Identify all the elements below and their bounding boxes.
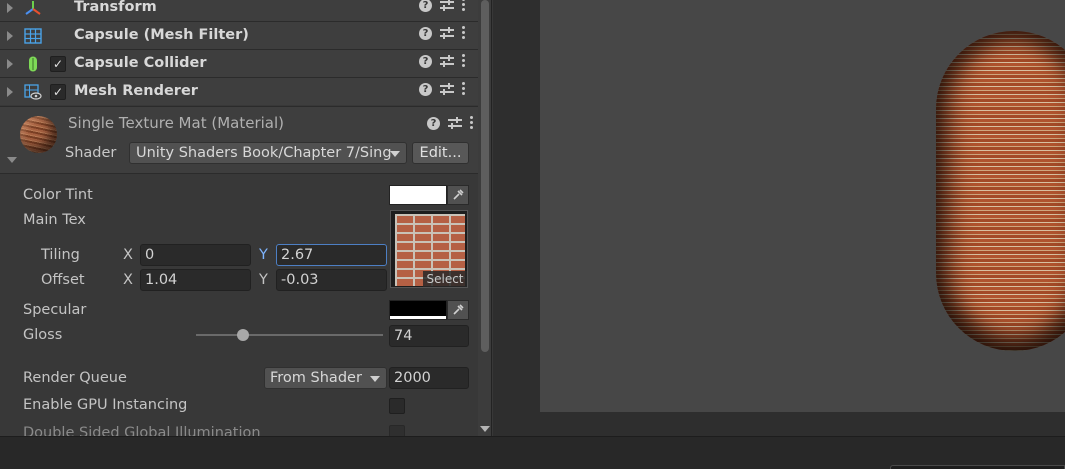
presets-icon[interactable] <box>440 82 454 96</box>
enabled-checkbox[interactable]: ✓ <box>50 84 66 100</box>
offset-y-field[interactable]: -0.03 <box>276 269 387 291</box>
offset-y-axis-label: Y <box>259 272 268 288</box>
offset-label: Offset <box>41 272 85 288</box>
tiling-y-field[interactable]: 2.67 <box>276 244 387 266</box>
gpu-instancing-checkbox[interactable] <box>389 398 405 414</box>
transform-axes-icon <box>25 1 41 15</box>
gloss-slider-thumb[interactable] <box>236 329 249 341</box>
gloss-label: Gloss <box>23 327 63 343</box>
presets-icon[interactable] <box>440 26 454 40</box>
offset-x-axis-label: X <box>123 272 133 288</box>
context-menu-icon[interactable] <box>462 26 466 40</box>
context-menu-icon[interactable] <box>462 54 466 68</box>
component-header-capsule-collider[interactable]: ✓ Capsule Collider ? <box>0 49 478 77</box>
render-queue-dropdown[interactable]: From Shader <box>264 367 387 389</box>
mesh-renderer-icon <box>24 84 42 100</box>
bottom-panel-bar <box>0 436 1065 469</box>
help-icon[interactable]: ? <box>427 116 440 130</box>
component-header-transform[interactable]: Transform ? <box>0 0 478 21</box>
texture-select-button[interactable]: Select <box>423 271 467 287</box>
component-header-mesh-filter[interactable]: Capsule (Mesh Filter) ? <box>0 21 478 49</box>
eyedropper-icon[interactable] <box>447 300 469 320</box>
expand-arrow-icon[interactable] <box>7 87 13 97</box>
expand-arrow-icon[interactable] <box>7 59 13 69</box>
scroll-down-arrow-icon[interactable] <box>480 426 490 432</box>
expand-arrow-icon[interactable] <box>7 3 13 13</box>
expand-arrow-icon[interactable] <box>7 31 13 41</box>
collapse-arrow-icon[interactable] <box>7 157 17 163</box>
enabled-checkbox[interactable]: ✓ <box>50 56 66 72</box>
mesh-filter-grid-icon <box>24 28 42 44</box>
offset-x-field[interactable]: 1.04 <box>140 269 251 291</box>
context-menu-icon[interactable] <box>470 116 474 130</box>
alpha-bar <box>390 316 446 319</box>
gloss-slider-track[interactable] <box>196 334 383 336</box>
capsule-collider-icon <box>29 56 37 72</box>
specular-color-swatch[interactable] <box>389 300 447 320</box>
component-title: Transform <box>74 0 157 15</box>
material-header: Single Texture Mat (Material) ? Shader U… <box>0 106 478 174</box>
component-title: Mesh Renderer <box>74 83 198 99</box>
material-preview-sphere <box>20 116 57 153</box>
help-icon[interactable]: ? <box>419 54 432 68</box>
main-tex-slot[interactable]: Select <box>390 210 468 288</box>
scene-viewport[interactable] <box>540 0 1065 412</box>
dropdown-arrow-icon <box>370 376 380 382</box>
scene-view[interactable] <box>493 0 1065 436</box>
presets-icon[interactable] <box>440 0 454 12</box>
render-queue-value-field[interactable]: 2000 <box>389 367 469 389</box>
render-queue-label: Render Queue <box>23 370 127 386</box>
tiling-label: Tiling <box>41 247 80 263</box>
context-menu-icon[interactable] <box>462 82 466 96</box>
inspector-scrollbar[interactable] <box>478 0 492 436</box>
context-menu-icon[interactable] <box>462 0 466 12</box>
color-tint-label: Color Tint <box>23 187 93 203</box>
shader-dropdown[interactable]: Unity Shaders Book/Chapter 7/Sing <box>129 142 407 164</box>
material-title: Single Texture Mat (Material) <box>68 114 284 132</box>
specular-label: Specular <box>23 302 87 318</box>
double-sided-gi-checkbox[interactable] <box>389 425 405 436</box>
gpu-instancing-label: Enable GPU Instancing <box>23 397 188 413</box>
component-title: Capsule (Mesh Filter) <box>74 27 249 43</box>
component-title: Capsule Collider <box>74 55 207 71</box>
bottom-search-field[interactable] <box>890 465 1065 469</box>
help-icon[interactable]: ? <box>419 0 432 12</box>
render-queue-mode: From Shader <box>270 370 362 386</box>
help-icon[interactable]: ? <box>419 26 432 40</box>
tiling-x-field[interactable]: 0 <box>140 244 251 266</box>
shader-label: Shader <box>65 145 117 161</box>
help-icon[interactable]: ? <box>419 82 432 96</box>
inspector-panel: Transform ? Capsule (Mesh Filter) ? ✓ Ca… <box>0 0 478 436</box>
edit-shader-button[interactable]: Edit... <box>412 142 469 164</box>
component-header-mesh-renderer[interactable]: ✓ Mesh Renderer ? <box>0 77 478 105</box>
presets-icon[interactable] <box>448 116 462 130</box>
tiling-y-axis-label: Y <box>259 247 268 263</box>
textured-capsule-object[interactable] <box>936 31 1065 351</box>
double-sided-gi-label: Double Sided Global Illumination <box>23 425 261 436</box>
dropdown-arrow-icon <box>390 151 400 157</box>
color-tint-swatch[interactable] <box>389 185 447 205</box>
main-tex-label: Main Tex <box>23 212 86 228</box>
scrollbar-thumb[interactable] <box>481 0 489 352</box>
eyedropper-icon[interactable] <box>447 185 469 205</box>
gloss-value-field[interactable]: 74 <box>389 325 469 347</box>
shader-dropdown-value: Unity Shaders Book/Chapter 7/Sing <box>136 145 392 161</box>
presets-icon[interactable] <box>440 54 454 68</box>
tiling-x-axis-label: X <box>123 247 133 263</box>
